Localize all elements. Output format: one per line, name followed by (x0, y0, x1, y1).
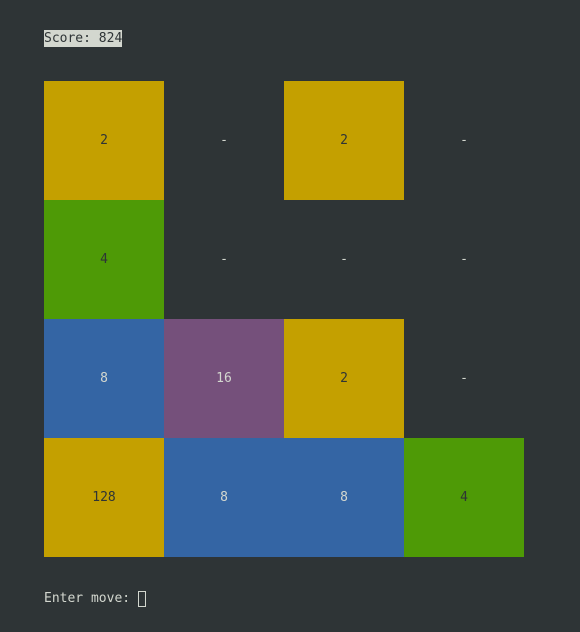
tile-r0c2: 2 (284, 81, 404, 200)
tile-r3c0: 128 (44, 438, 164, 557)
score-display: Score: 824 (44, 30, 123, 47)
score-label: Score: (44, 31, 91, 46)
move-prompt[interactable]: Enter move: (44, 590, 147, 608)
tile-r1c2: - (340, 252, 348, 267)
tile-r2c0: 8 (44, 319, 164, 438)
tile-r3c2: 8 (284, 438, 404, 557)
game-board: 2 - 2 - 4 - - - 8 16 2 - 128 8 8 4 (44, 81, 524, 557)
tile-r0c0: 2 (44, 81, 164, 200)
score-value: 824 (98, 31, 123, 46)
text-cursor[interactable] (138, 591, 147, 607)
tile-r2c1: 16 (164, 319, 284, 438)
tile-r0c1: - (220, 133, 228, 148)
tile-r1c0: 4 (44, 200, 164, 319)
tile-r2c2: 2 (284, 319, 404, 438)
tile-r3c1: 8 (164, 438, 284, 557)
tile-r0c3: - (460, 133, 468, 148)
tile-r1c3: - (460, 252, 468, 267)
prompt-label: Enter move: (44, 591, 131, 606)
tile-r2c3: - (460, 371, 468, 386)
tile-r3c3: 4 (404, 438, 524, 557)
tile-r1c1: - (220, 252, 228, 267)
